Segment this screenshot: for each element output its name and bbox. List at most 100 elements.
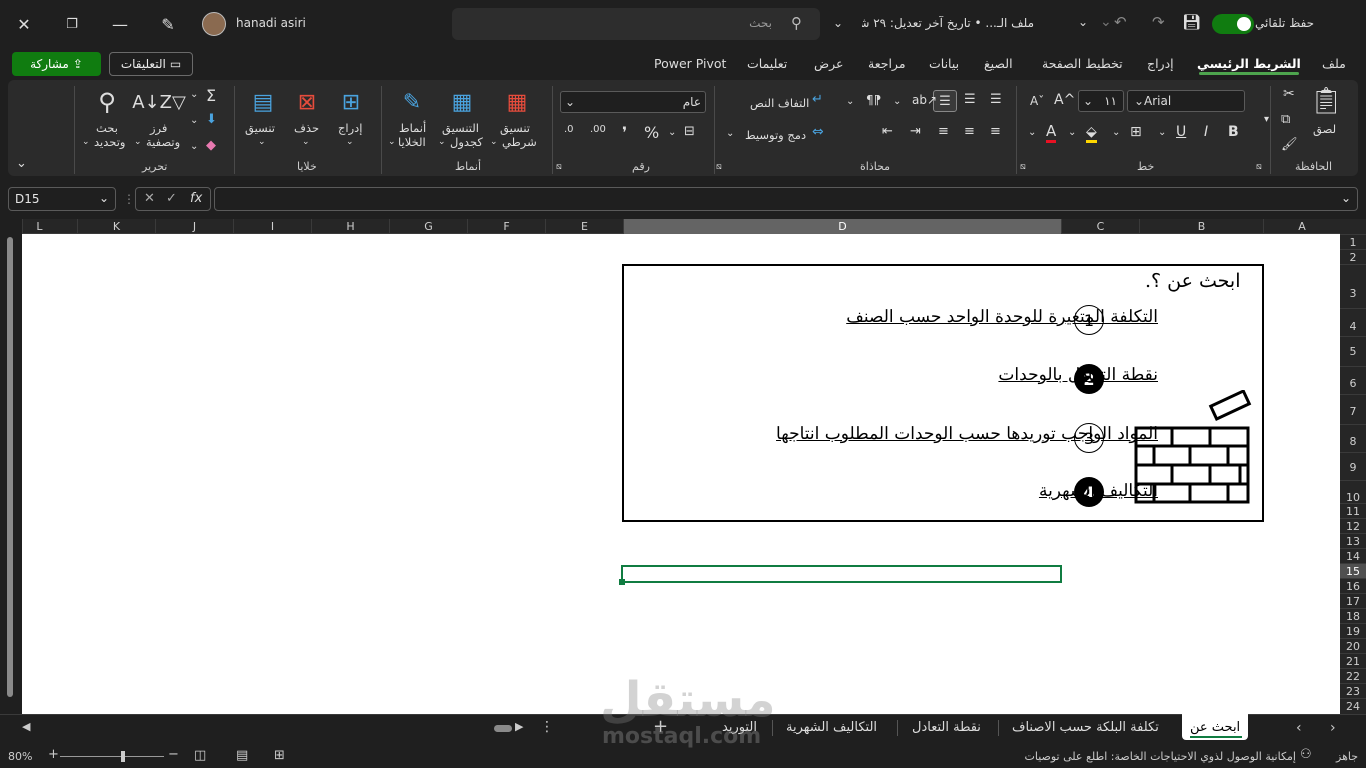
fill-icon[interactable]: ⬇: [206, 112, 217, 127]
paste-label[interactable]: لصق: [1313, 122, 1336, 136]
column-header-K[interactable]: K: [77, 219, 155, 234]
column-header-L[interactable]: L: [22, 219, 56, 234]
column-header-I[interactable]: I: [233, 219, 311, 234]
autosum-dropdown-icon[interactable]: ⌄: [190, 89, 198, 100]
tab-power-pivot[interactable]: Power Pivot: [654, 56, 726, 71]
row-header[interactable]: 1: [1340, 234, 1366, 249]
name-box[interactable]: D15 ⌄: [8, 187, 116, 211]
tab-formulas[interactable]: الصيغ: [984, 56, 1013, 71]
zoom-level[interactable]: 80%: [8, 750, 32, 763]
sort-filter-label-1[interactable]: فرز: [150, 121, 167, 135]
decrease-font-icon[interactable]: Aˇ: [1030, 94, 1044, 108]
chevron-down-icon[interactable]: ⌄: [302, 137, 310, 147]
row-header[interactable]: 20: [1340, 638, 1366, 653]
column-header-A[interactable]: A: [1263, 219, 1340, 234]
next-sheet-icon[interactable]: ›: [1330, 720, 1336, 736]
row-header[interactable]: 5: [1340, 336, 1366, 366]
undo-icon[interactable]: ↶: [1114, 13, 1127, 31]
wrap-text-label[interactable]: التفاف النص: [750, 96, 809, 110]
active-cell-D15[interactable]: [619, 565, 1062, 585]
format-cells-label[interactable]: تنسيق: [245, 121, 275, 135]
accessibility-icon[interactable]: ⚇: [1300, 747, 1312, 762]
bold-button[interactable]: B: [1228, 124, 1239, 140]
number-launcher-icon[interactable]: ⧅: [556, 162, 562, 172]
font-color-dropdown-icon[interactable]: ⌄: [1028, 127, 1036, 138]
autosave-toggle[interactable]: [1212, 14, 1254, 34]
delete-cells-label[interactable]: حذف: [294, 121, 319, 135]
number-format-select[interactable]: ⌄ عام: [560, 91, 706, 113]
avatar[interactable]: [202, 12, 226, 36]
vertical-scrollbar[interactable]: [0, 219, 22, 714]
fill-color-icon[interactable]: ⬙: [1086, 124, 1097, 143]
row-header[interactable]: 4: [1340, 308, 1366, 336]
restore-icon[interactable]: ❐: [54, 8, 90, 40]
minimize-icon[interactable]: —: [102, 8, 138, 40]
insert-cells-icon[interactable]: ⊞: [334, 87, 368, 117]
find-select-label-2[interactable]: وتحديد: [94, 135, 125, 149]
zoom-out-button[interactable]: −: [168, 747, 179, 762]
format-as-table-icon[interactable]: ▦: [445, 87, 479, 117]
wrap-text-icon[interactable]: ↵: [812, 92, 823, 107]
row-header[interactable]: 7: [1340, 394, 1366, 424]
copy-dropdown-icon[interactable]: ▾: [1264, 114, 1269, 125]
align-left-icon[interactable]: ≡: [938, 124, 949, 139]
column-header-B[interactable]: B: [1139, 219, 1263, 234]
page-break-view-icon[interactable]: ◫: [194, 748, 206, 763]
row-header[interactable]: 24: [1340, 698, 1366, 713]
tab-review[interactable]: مراجعة: [868, 56, 906, 71]
orientation-dropdown-icon[interactable]: ⌄: [893, 96, 901, 107]
underline-dropdown-icon[interactable]: ⌄: [1158, 127, 1166, 138]
chevron-down-icon[interactable]: ⌄: [490, 137, 498, 147]
merge-dropdown-icon[interactable]: ⌄: [726, 128, 734, 139]
decrease-decimal-icon[interactable]: .0: [564, 124, 574, 135]
tab-page-layout[interactable]: تخطيط الصفحة: [1042, 56, 1123, 71]
comments-button[interactable]: التعليقات ▭: [109, 52, 193, 76]
borders-dropdown-icon[interactable]: ⌄: [1112, 127, 1120, 138]
insert-function-icon[interactable]: fx: [190, 191, 202, 206]
font-name-select[interactable]: ⌄ Arial: [1127, 90, 1245, 112]
insert-cells-label[interactable]: إدراج: [338, 121, 363, 135]
row-header[interactable]: 17: [1340, 593, 1366, 608]
row-header[interactable]: 10: [1340, 480, 1366, 504]
copy-icon[interactable]: ⧉: [1281, 112, 1290, 127]
scrollbar-thumb[interactable]: [7, 237, 13, 697]
tab-home[interactable]: الشريط الرئيسي: [1197, 56, 1301, 71]
format-as-table-label-2[interactable]: كجدول: [450, 135, 483, 149]
chevron-down-icon[interactable]: ⌄: [82, 137, 90, 147]
sheet-tab-search[interactable]: ابحث عن: [1190, 720, 1240, 735]
accessibility-status[interactable]: إمكانية الوصول لذوي الاحتياجات الخاصة: ا…: [1024, 750, 1296, 763]
column-header-C[interactable]: C: [1061, 219, 1139, 234]
increase-decimal-icon[interactable]: .00: [590, 124, 606, 135]
search-input[interactable]: بحث ⚲: [452, 8, 820, 40]
column-header-E[interactable]: E: [545, 219, 623, 234]
sort-filter-icon[interactable]: A↓Z▽: [132, 87, 186, 117]
fill-dropdown-icon[interactable]: ⌄: [190, 115, 198, 126]
row-header-selected[interactable]: 15: [1340, 563, 1366, 578]
row-header[interactable]: 6: [1340, 366, 1366, 394]
prev-sheet-icon[interactable]: ‹: [1296, 720, 1302, 736]
percent-icon[interactable]: %: [644, 123, 659, 142]
column-header-F[interactable]: F: [467, 219, 545, 234]
cut-icon[interactable]: ✂: [1283, 86, 1295, 102]
align-right-icon[interactable]: ≡: [990, 124, 1001, 139]
increase-indent-icon[interactable]: ⇥: [910, 124, 921, 139]
tab-file[interactable]: ملف: [1322, 56, 1346, 71]
normal-view-icon[interactable]: ⊞: [274, 748, 285, 763]
cell-styles-icon[interactable]: ✎: [395, 87, 429, 117]
underline-button[interactable]: U: [1176, 124, 1186, 140]
find-select-icon[interactable]: ⚲: [90, 87, 124, 117]
row-header[interactable]: 9: [1340, 452, 1366, 480]
more-options-icon[interactable]: ⋮: [540, 719, 554, 735]
redo-icon[interactable]: ↷: [1152, 13, 1165, 31]
row-header[interactable]: 13: [1340, 533, 1366, 548]
cell-styles-label-2[interactable]: الخلايا: [398, 135, 426, 149]
clear-dropdown-icon[interactable]: ⌄: [190, 141, 198, 152]
select-all-corner[interactable]: [1340, 219, 1366, 234]
cell-styles-label-1[interactable]: أنماط: [399, 121, 426, 135]
row-header[interactable]: 12: [1340, 518, 1366, 533]
new-sheet-button[interactable]: +: [653, 716, 668, 737]
zoom-in-button[interactable]: +: [48, 747, 59, 762]
cancel-icon[interactable]: ✕: [144, 191, 155, 206]
accounting-format-icon[interactable]: ⊟: [684, 124, 695, 139]
fill-handle[interactable]: [619, 579, 625, 585]
